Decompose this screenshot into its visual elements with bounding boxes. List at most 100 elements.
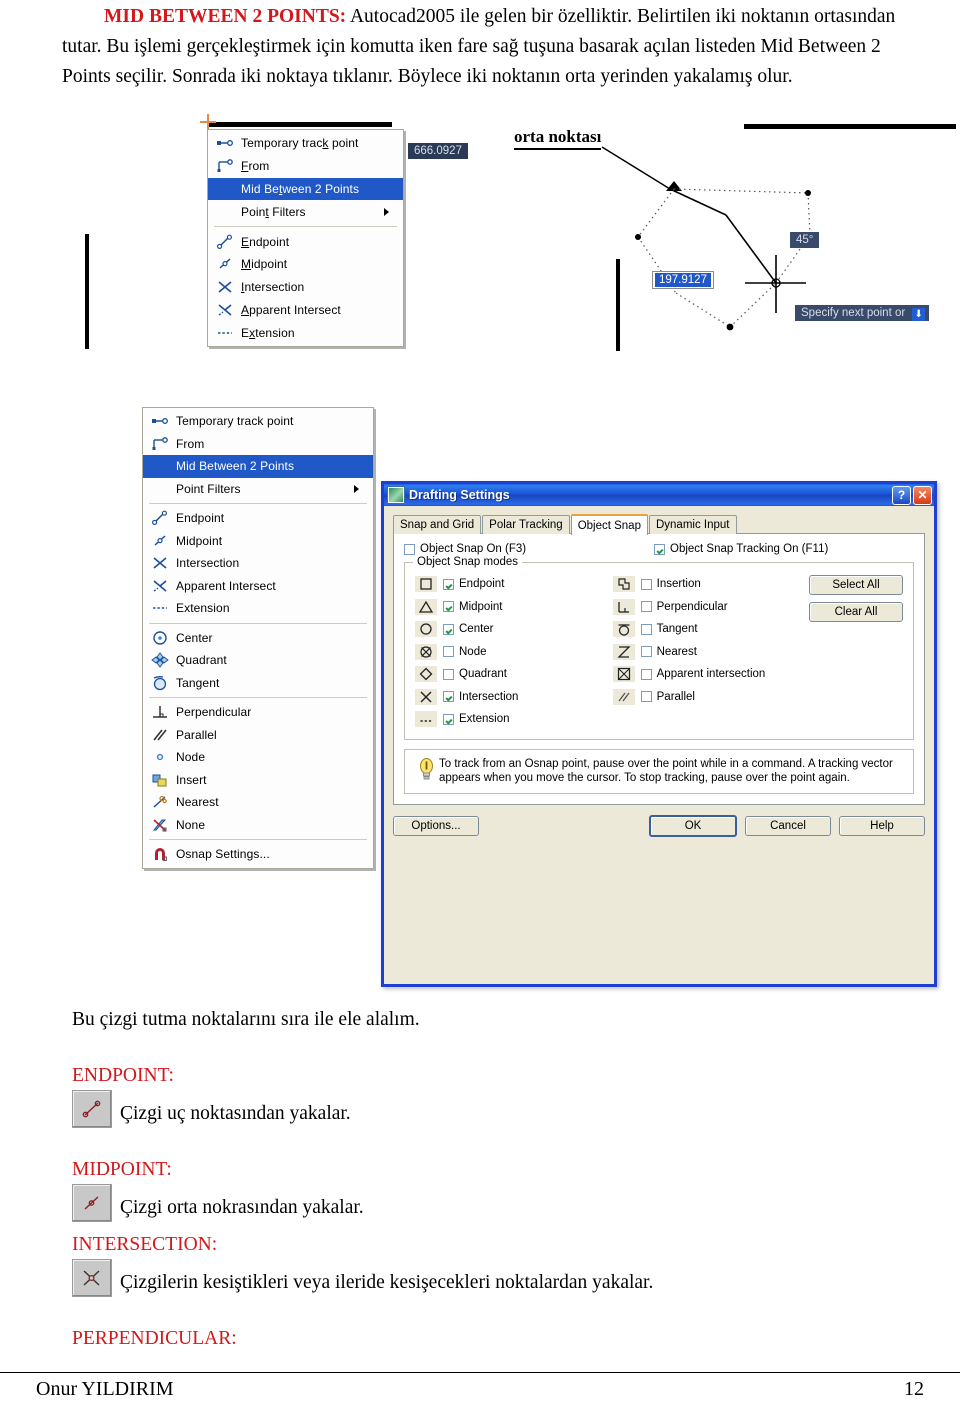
menu-item-from[interactable]: From <box>208 155 403 178</box>
snap-mode-checkbox[interactable] <box>443 623 454 635</box>
menu-item-tangent[interactable]: Tangent <box>143 672 373 695</box>
clear-all-button[interactable]: Clear All <box>809 602 903 622</box>
snap-mode-row-intersection[interactable]: Intersection <box>415 686 613 709</box>
snap-mode-row-nearest[interactable]: Nearest <box>612 641 803 664</box>
snap-mode-checkbox[interactable] <box>443 668 454 680</box>
snap-mode-row-apparent-intersection[interactable]: Apparent intersection <box>612 663 803 686</box>
osnap-context-menu-full[interactable]: Temporary track point From Mid Between 2 P… <box>142 407 374 869</box>
tab-polar-tracking[interactable]: Polar Tracking <box>482 515 570 534</box>
snap-mode-checkbox[interactable] <box>443 578 454 590</box>
snap-mode-row-parallel[interactable]: Parallel <box>612 686 803 709</box>
object-snap-modes-group: Object Snap modes Endpoint Midpoint Center… <box>404 556 914 740</box>
snap-mode-checkbox[interactable] <box>640 668 652 680</box>
length-input-chip[interactable]: 197.9127 <box>652 271 714 289</box>
menu-item-point-filters[interactable]: Point Filters <box>143 478 373 501</box>
snap-mode-row-insertion[interactable]: Insertion <box>612 573 803 596</box>
snap-mode-row-center[interactable]: Center <box>415 618 613 641</box>
center-icon <box>149 629 171 647</box>
snap-mode-row-perpendicular[interactable]: Perpendicular <box>612 596 803 619</box>
snap-mode-row-tangent[interactable]: Tangent <box>612 618 803 641</box>
parallel-icon <box>149 726 171 744</box>
object-snap-on-row[interactable]: Object Snap On (F3) <box>404 543 654 555</box>
menu-item-insert[interactable]: Insert <box>143 769 373 792</box>
drafting-settings-dialog[interactable]: Drafting Settings ? ✕ Snap and Grid Polar… <box>381 481 937 987</box>
tracking-tip-text: To track from an Osnap point, pause over… <box>439 757 893 785</box>
tab-dynamic-input[interactable]: Dynamic Input <box>648 515 737 534</box>
snap-mode-checkbox[interactable] <box>443 713 454 725</box>
snap-modes-column-left[interactable]: Endpoint Midpoint Center Node Quadrant Inters… <box>415 573 613 731</box>
endpoint-icon <box>214 233 236 251</box>
menu-item-extension[interactable]: Extension <box>143 597 373 620</box>
snap-mode-label: Nearest <box>656 645 697 658</box>
menu-item-point-filters[interactable]: Point Filters <box>208 200 403 223</box>
snap-mode-checkbox[interactable] <box>443 691 454 703</box>
menu-item-center[interactable]: Center <box>143 627 373 650</box>
help-button[interactable]: Help <box>839 815 925 836</box>
menu-separator <box>149 622 367 624</box>
menu-item-extension[interactable]: Extension <box>208 321 403 344</box>
menu-item-intersection[interactable]: Intersection <box>143 552 373 575</box>
menu-item-endpoint[interactable]: Endpoint <box>143 507 373 530</box>
menu-item-mid-between-2-points[interactable]: Mid Between 2 Points <box>208 177 403 201</box>
snap-mode-row-quadrant[interactable]: Quadrant <box>415 663 613 686</box>
snap-mode-checkbox[interactable] <box>443 601 454 613</box>
menu-item-temporary-track-point[interactable]: Temporary track point <box>208 132 403 155</box>
menu-item-label: Perpendicular <box>176 705 252 720</box>
object-snap-on-label: Object Snap On (F3) <box>420 543 527 555</box>
menu-item-nearest[interactable]: Nearest <box>143 791 373 814</box>
dialog-tab-strip[interactable]: Snap and Grid Polar Tracking Object Snap Dy… <box>393 514 925 535</box>
help-titlebar-button[interactable]: ? <box>892 485 911 505</box>
menu-item-apparent-intersect[interactable]: Apparent Intersect <box>208 299 403 322</box>
menu-item-midpoint[interactable]: Midpoint <box>143 530 373 553</box>
menu-item-label: Extension <box>241 325 295 340</box>
menu-separator <box>214 226 397 228</box>
tab-snap-and-grid[interactable]: Snap and Grid <box>393 515 482 534</box>
dialog-title-bar[interactable]: Drafting Settings ? ✕ <box>384 484 934 506</box>
ok-button[interactable]: OK <box>649 814 737 837</box>
menu-item-label: Endpoint <box>241 234 290 249</box>
snap-mode-checkbox[interactable] <box>640 578 652 590</box>
snap-mode-row-endpoint[interactable]: Endpoint <box>415 573 613 596</box>
snap-mode-label: Parallel <box>656 690 695 703</box>
menu-item-from[interactable]: From <box>143 433 373 456</box>
menu-item-node[interactable]: Node <box>143 746 373 769</box>
snap-modes-buttons[interactable]: Select All Clear All <box>803 573 903 731</box>
tangent-icon <box>149 674 171 692</box>
snap-modes-column-right[interactable]: Insertion Perpendicular Tangent Nearest Appa… <box>612 573 803 731</box>
select-all-button[interactable]: Select All <box>809 575 903 595</box>
tab-object-snap[interactable]: Object Snap <box>570 514 648 535</box>
snap-mode-checkbox[interactable] <box>640 691 652 703</box>
menu-item-perpendicular[interactable]: Perpendicular <box>143 701 373 724</box>
menu-item-intersection[interactable]: Intersection <box>208 276 403 299</box>
snap-mode-checkbox[interactable] <box>640 623 652 635</box>
cancel-button[interactable]: Cancel <box>745 815 831 836</box>
close-icon[interactable]: ✕ <box>913 485 932 505</box>
distance-tooltip-chip: 666.0927 <box>408 143 468 159</box>
object-snap-tracking-checkbox[interactable] <box>654 543 665 555</box>
object-snap-on-checkbox[interactable] <box>404 543 415 555</box>
menu-item-mid-between-2-points[interactable]: Mid Between 2 Points <box>143 455 373 478</box>
prompt-dropdown-icon[interactable]: ⬇ <box>912 308 926 321</box>
snap-mode-label: Intersection <box>459 690 519 703</box>
snap-mode-checkbox[interactable] <box>443 646 454 658</box>
menu-item-osnap-settings[interactable]: Osnap Settings... <box>143 843 373 866</box>
object-snap-tracking-row[interactable]: Object Snap Tracking On (F11) <box>654 543 828 555</box>
menu-item-quadrant[interactable]: Quadrant <box>143 649 373 672</box>
menu-separator <box>149 839 367 840</box>
snap-mode-row-extension[interactable]: Extension <box>415 708 613 731</box>
menu-item-none[interactable]: None <box>143 814 373 837</box>
snap-mode-checkbox[interactable] <box>640 646 652 658</box>
snap-mode-row-node[interactable]: Node <box>415 641 613 664</box>
snap-mode-row-midpoint[interactable]: Midpoint <box>415 596 613 619</box>
menu-item-temporary-track-point[interactable]: Temporary track point <box>143 410 373 433</box>
menu-item-parallel[interactable]: Parallel <box>143 724 373 747</box>
menu-item-label: Quadrant <box>176 653 227 668</box>
menu-item-apparent-intersect[interactable]: Apparent Intersect <box>143 575 373 598</box>
menu-item-endpoint[interactable]: Endpoint <box>208 230 403 253</box>
options-button[interactable]: Options... <box>393 815 479 836</box>
none-icon <box>149 816 171 834</box>
menu-item-midpoint[interactable]: Midpoint <box>208 253 403 276</box>
menu-item-label: Midpoint <box>176 533 223 548</box>
snap-mode-checkbox[interactable] <box>640 601 652 613</box>
osnap-context-menu-compact[interactable]: Temporary track point From Mid Between 2 P… <box>207 129 404 348</box>
